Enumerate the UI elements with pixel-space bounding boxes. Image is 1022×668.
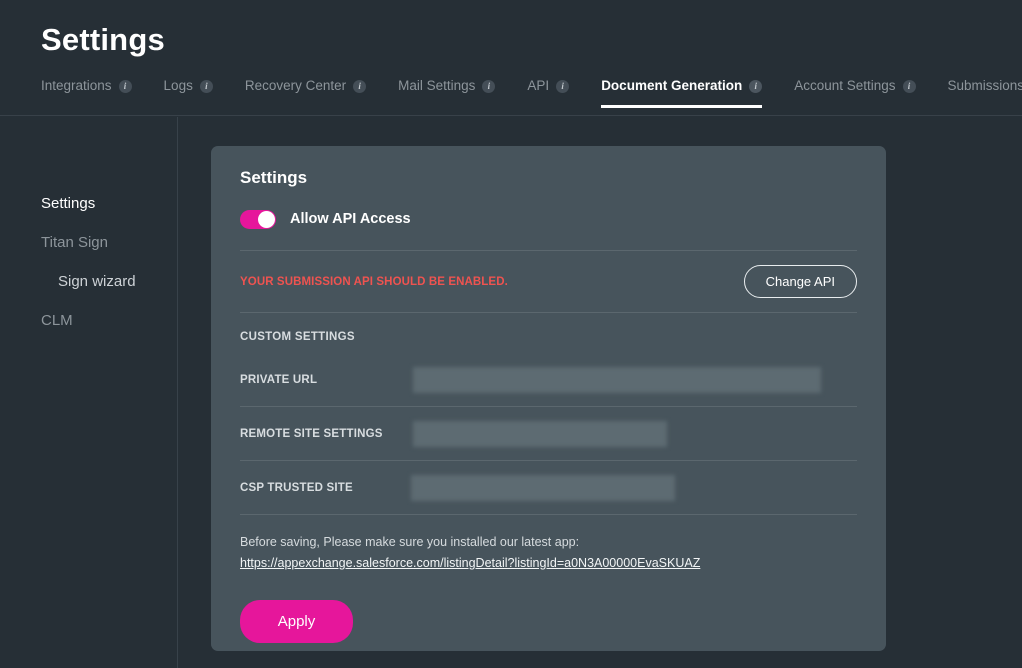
submission-api-warning-text: YOUR SUBMISSION API SHOULD BE ENABLED. [240,275,508,288]
appexchange-link[interactable]: https://appexchange.salesforce.com/listi… [240,556,700,570]
install-app-note-text: Before saving, Please make sure you inst… [240,535,580,549]
field-label: CSP TRUSTED SITE [240,481,353,494]
sidebar-item-settings[interactable]: Settings [0,184,177,223]
field-input-remote-site-settings[interactable] [413,420,667,447]
custom-settings-heading: CUSTOM SETTINGS [240,331,355,343]
install-app-note: Before saving, Please make sure you inst… [240,515,857,574]
sidebar-item-label: Settings [41,195,96,212]
tab-label: Recovery Center [244,78,347,93]
field-label: REMOTE SITE SETTINGS [240,427,383,440]
tab-label: Logs [163,78,193,93]
card-title: Settings [240,168,308,187]
info-icon[interactable]: i [199,79,213,93]
submission-api-warning-row: YOUR SUBMISSION API SHOULD BE ENABLED. C… [240,251,857,313]
tab-label: Mail Settings [398,78,476,93]
settings-page: Settings Integrations i Logs i Recovery Cent… [0,0,1022,668]
custom-settings-fields: PRIVATE URL REMOTE SITE SETTINGS CSP TRUST… [240,353,857,515]
sidebar-item-titan-sign[interactable]: Titan Sign [0,223,177,262]
field-row: CSP TRUSTED SITE [240,461,857,515]
tab-bar: Integrations i Logs i Recovery Center i Mail S… [0,78,1022,116]
apply-button[interactable]: Apply [240,600,353,643]
info-icon[interactable]: i [902,79,916,93]
change-api-button[interactable]: Change API [743,265,857,298]
tab-mail-settings[interactable]: Mail Settings i [398,78,496,108]
tab-api[interactable]: API i [527,78,570,108]
tab-recovery-center[interactable]: Recovery Center i [244,78,367,108]
tab-logs[interactable]: Logs i [164,78,213,108]
sidebar: Settings Titan Sign Sign wizard CLM [0,117,178,668]
info-icon[interactable]: i [353,79,367,93]
tab-label: Integrations [41,78,112,93]
field-row: REMOTE SITE SETTINGS [240,407,857,461]
field-label: PRIVATE URL [240,373,318,386]
toggle-knob [258,210,275,228]
info-icon[interactable]: i [556,79,570,93]
sidebar-item-clm[interactable]: CLM [0,301,177,340]
tab-label: Account Settings [794,78,896,93]
field-row: PRIVATE URL [240,353,857,407]
allow-api-access-toggle[interactable] [240,209,276,229]
info-icon[interactable]: i [118,79,132,93]
tab-label: API [527,78,550,93]
sidebar-item-label: Titan Sign [41,234,108,251]
tab-label: Submissions [947,78,1022,93]
tab-submissions[interactable]: Submissions [948,78,1022,108]
settings-card: Settings Allow API Access YOUR SUBMISSIO… [211,146,886,651]
tab-account-settings[interactable]: Account Settings i [794,78,916,108]
info-icon[interactable]: i [482,79,496,93]
tab-integrations[interactable]: Integrations i [41,78,132,108]
sidebar-item-label: CLM [41,312,73,329]
tab-label: Document Generation [601,78,743,93]
allow-api-access-row: Allow API Access [240,188,857,251]
tab-document-generation[interactable]: Document Generation i [601,78,763,108]
info-icon[interactable]: i [749,79,763,93]
page-title: Settings [41,22,165,57]
allow-api-access-label: Allow API Access [290,211,411,227]
sidebar-item-label: Sign wizard [58,273,136,290]
field-input-csp-trusted-site[interactable] [411,474,675,501]
sidebar-item-sign-wizard[interactable]: Sign wizard [0,262,177,301]
field-input-private-url[interactable] [413,366,821,393]
